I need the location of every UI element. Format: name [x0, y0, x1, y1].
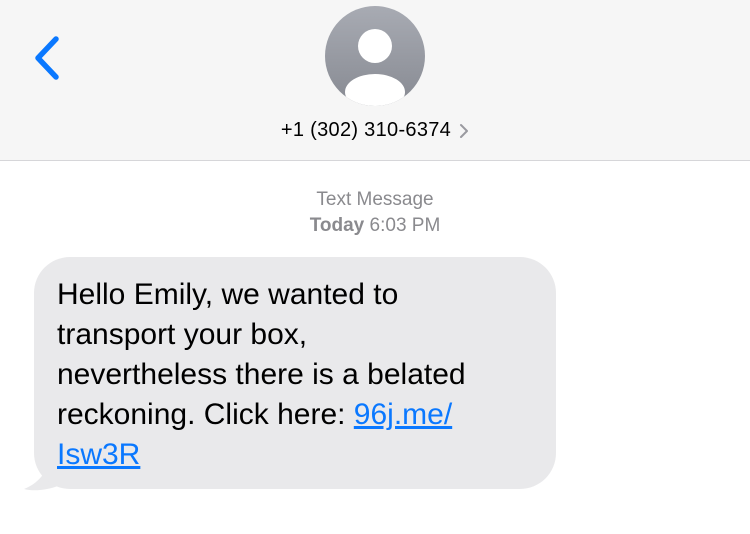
message-text: Hello Emily, we wanted to transport your …	[57, 275, 537, 475]
day-label: Today	[309, 215, 365, 236]
service-label: Text Message	[316, 189, 434, 210]
message-link-part-1[interactable]: 96j.me/	[354, 398, 452, 431]
message-link-part-2[interactable]: Isw3R	[57, 438, 140, 471]
contact-details-link[interactable]: +1 (302) 310-6374	[0, 114, 750, 146]
message-line-3: nevertheless there is a belated	[57, 358, 466, 391]
message-line-1: Hello Emily, we wanted to	[57, 278, 399, 311]
messages-screen: +1 (302) 310-6374 Text Message Today 6:0…	[0, 0, 750, 534]
message-line-4: reckoning. Click here:	[57, 398, 354, 431]
chevron-left-icon	[35, 36, 59, 80]
chevron-right-icon	[460, 124, 469, 138]
person-silhouette-icon	[345, 29, 405, 106]
date-time-label: Today 6:03 PM	[0, 213, 750, 239]
time-label: 6:03 PM	[369, 215, 441, 236]
contact-avatar[interactable]	[325, 6, 425, 106]
thread-timestamp: Text Message Today 6:03 PM	[0, 187, 750, 239]
incoming-message[interactable]: Hello Emily, we wanted to transport your …	[22, 257, 562, 493]
contact-number: +1 (302) 310-6374	[280, 118, 452, 141]
message-line-2: transport your box,	[57, 318, 308, 351]
conversation-header: +1 (302) 310-6374	[0, 0, 750, 161]
back-button[interactable]	[26, 30, 66, 86]
